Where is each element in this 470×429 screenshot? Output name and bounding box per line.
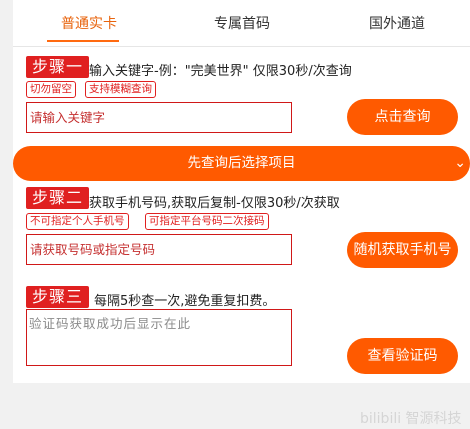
step2-instruction: 获取手机号码,获取后复制-仅限30秒/次获取 <box>89 196 340 211</box>
active-tab-indicator <box>47 40 119 42</box>
chevron-down-icon: ⌄ <box>454 155 466 171</box>
step1-tag-no-empty: 切勿留空 <box>26 81 76 98</box>
step1-badge: 步骤一 <box>26 56 90 78</box>
get-phone-number-button[interactable]: 随机获取手机号 <box>347 232 458 268</box>
step2-tag-no-personal: 不可指定个人手机号 <box>26 213 129 230</box>
phone-number-input[interactable] <box>26 234 292 265</box>
step2-badge: 步骤二 <box>26 187 90 209</box>
project-select[interactable]: 先查询后选择项目 ⌄ <box>13 146 470 181</box>
query-button[interactable]: 点击查询 <box>347 99 458 135</box>
step1-tag-fuzzy: 支持模糊查询 <box>85 81 156 98</box>
watermark: bilibili 智源科技 <box>360 411 462 427</box>
tab-bar: 普通实卡 专属首码 国外通道 <box>13 0 470 47</box>
view-code-button[interactable]: 查看验证码 <box>347 338 458 374</box>
tab-regular-card[interactable]: 普通实卡 <box>61 13 117 33</box>
tab-exclusive-first[interactable]: 专属首码 <box>214 13 270 33</box>
project-select-label: 先查询后选择项目 <box>187 155 296 171</box>
keyword-input[interactable] <box>26 102 292 133</box>
tab-overseas[interactable]: 国外通道 <box>369 13 425 33</box>
step3-instruction: 每隔5秒查一次,避免重复扣费。 <box>94 294 276 309</box>
main-panel: 普通实卡 专属首码 国外通道 步骤一 输入关键字-例："完美世界" 仅限30秒/… <box>13 0 470 383</box>
step3-badge: 步骤三 <box>26 286 90 308</box>
step1-instruction: 输入关键字-例："完美世界" 仅限30秒/次查询 <box>89 64 352 79</box>
step2-tag-platform-number: 可指定平台号码二次接码 <box>145 213 269 230</box>
verification-code-output[interactable] <box>26 309 292 366</box>
